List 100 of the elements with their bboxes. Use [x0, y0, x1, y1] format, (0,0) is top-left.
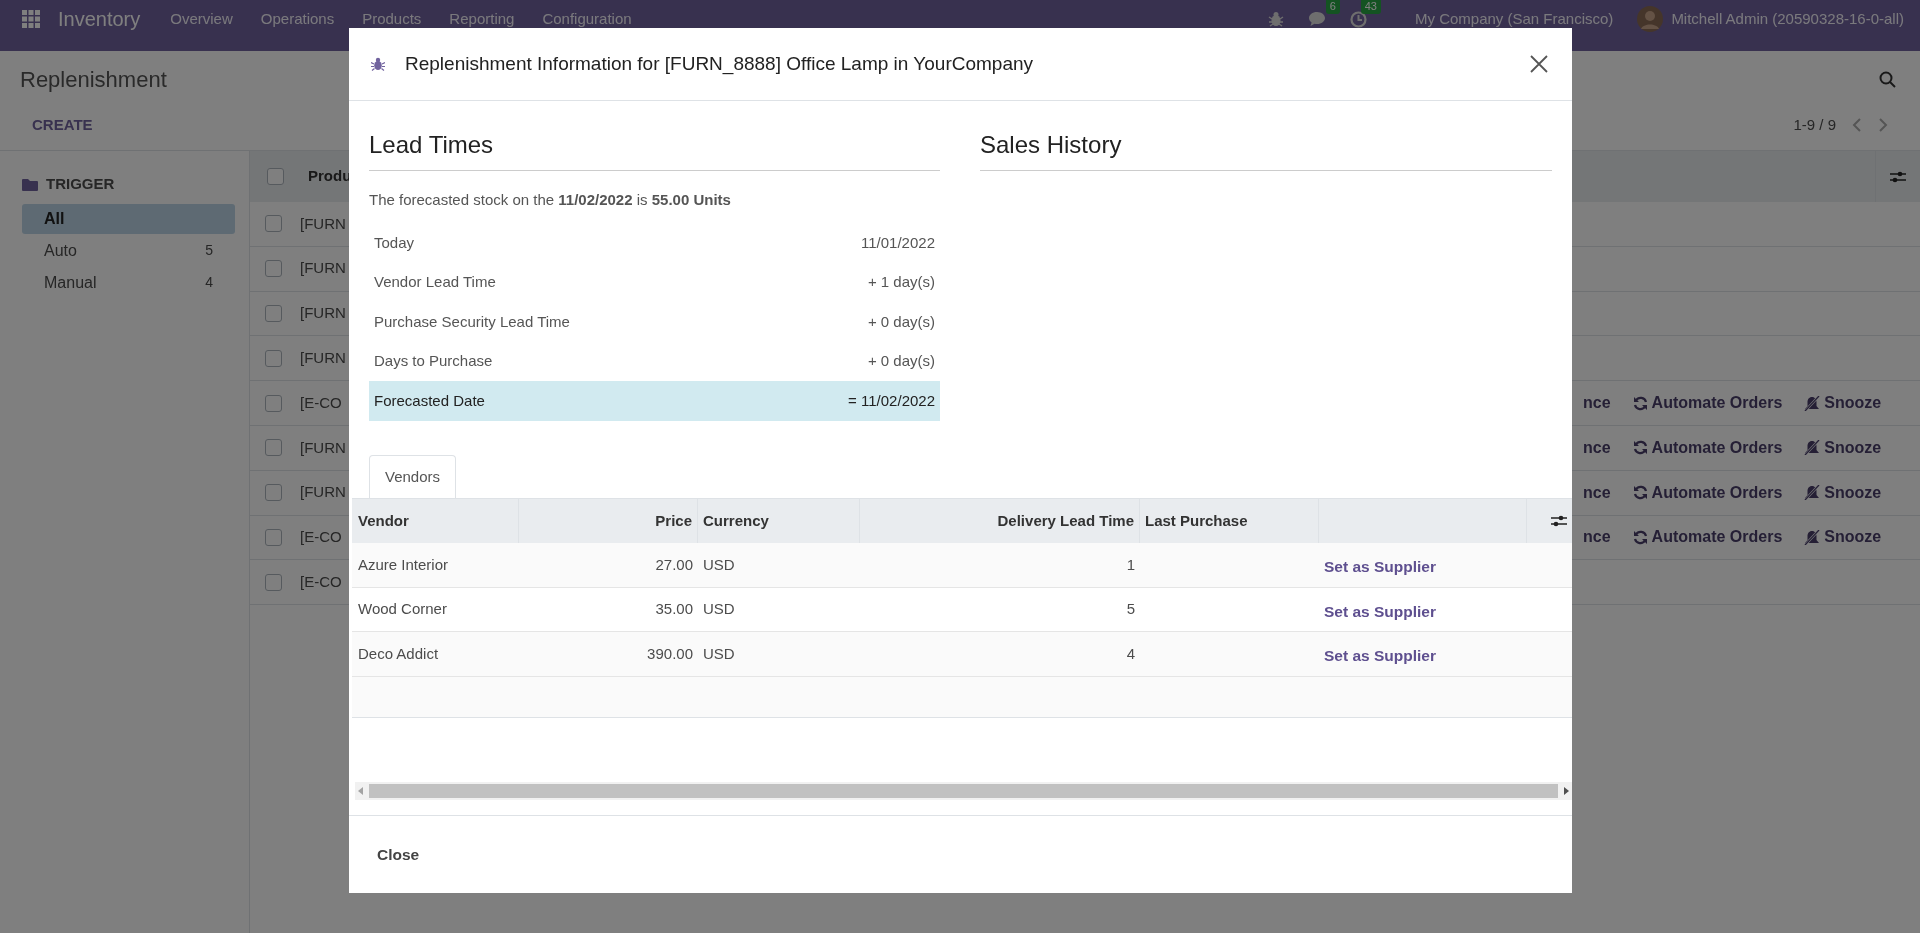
create-button[interactable]: CREATE [16, 109, 109, 141]
automate-button[interactable]: Automate Orders [1632, 525, 1783, 550]
bug-icon[interactable] [1267, 10, 1284, 27]
field-label: Today [374, 232, 415, 253]
row-checkbox[interactable] [264, 573, 282, 591]
bell-slash-icon [1804, 529, 1821, 545]
field-label: Purchase Security Lead Time [374, 311, 570, 332]
chat-icon[interactable] [1307, 11, 1326, 28]
bug-icon [371, 57, 385, 71]
column-settings-icon[interactable] [1551, 514, 1567, 529]
product-cell: [FURN [300, 438, 346, 456]
menu-item[interactable]: Operations [246, 10, 349, 27]
page-title: Replenishment [19, 65, 167, 94]
set-supplier-link[interactable]: Set as Supplier [1324, 644, 1436, 668]
filter-item[interactable]: Auto 5 [22, 235, 235, 266]
previous-icon[interactable] [1852, 118, 1862, 132]
column-header[interactable]: Last Purchase [1145, 510, 1248, 533]
close-icon[interactable] [1530, 55, 1548, 73]
menu-item[interactable]: Overview [156, 10, 247, 27]
field-label: Forecasted Date [374, 390, 485, 411]
row-checkbox[interactable] [264, 349, 282, 367]
refresh-icon [1632, 529, 1648, 545]
close-button[interactable]: Close [371, 838, 426, 871]
filter-item[interactable]: All [22, 203, 235, 234]
clock-icon[interactable] [1349, 10, 1367, 28]
menu-item[interactable]: Reporting [435, 10, 529, 27]
automate-button[interactable]: Automate Orders [1632, 435, 1783, 460]
order-button[interactable]: nce [1583, 391, 1611, 416]
sidebar-heading: TRIGGER [46, 174, 115, 194]
snooze-button[interactable]: Snooze [1804, 480, 1882, 505]
forecast-summary: The forecasted stock on the 11/02/2022 is 55.00 Units [369, 189, 731, 210]
table-cell: USD [703, 600, 735, 618]
row-checkbox[interactable] [264, 305, 282, 322]
bell-slash-icon [1804, 395, 1821, 411]
set-supplier-link[interactable]: Set as Supplier [1324, 599, 1436, 624]
user-menu[interactable]: Mitchell Admin (20590328-16-0-all) [1671, 10, 1904, 27]
table-cell: 35.00 [655, 600, 693, 618]
product-cell: [FURN [300, 214, 346, 232]
field-label: Vendor Lead Time [374, 272, 496, 293]
automate-button[interactable]: Automate Orders [1632, 391, 1783, 416]
dialog-title: Replenishment Information for [FURN_8888] Office Lamp in YourCompany [405, 51, 1034, 77]
select-all-checkbox[interactable] [266, 168, 284, 185]
product-cell: [E-CO [300, 393, 342, 411]
row-checkbox[interactable] [264, 215, 282, 233]
column-header[interactable]: Delivery Lead Time [997, 510, 1134, 533]
column-header[interactable]: Vendor [358, 510, 409, 533]
row-checkbox[interactable] [264, 439, 282, 457]
field-value: + 0 day(s) [867, 311, 935, 332]
product-cell: [E-CO [300, 573, 342, 590]
row-checkbox[interactable] [264, 484, 282, 502]
automate-button[interactable]: Automate Orders [1632, 480, 1783, 505]
table-cell: Wood Corner [358, 600, 447, 618]
product-cell: [E-CO [300, 528, 342, 546]
menu-item[interactable]: Configuration [528, 10, 646, 27]
field-label: Days to Purchase [374, 351, 493, 372]
activity-count: 43 [1360, 0, 1381, 15]
field-value: + 0 day(s) [867, 351, 935, 372]
refresh-icon [1632, 485, 1648, 501]
menu-item[interactable]: Products [348, 10, 436, 27]
section-heading: Sales History [980, 131, 1552, 171]
product-cell: [FURN [300, 259, 346, 277]
order-button[interactable]: nce [1583, 525, 1611, 550]
column-header[interactable]: Price [655, 510, 692, 533]
company-switcher[interactable]: My Company (San Francisco) [1414, 10, 1614, 27]
folder-icon [22, 177, 38, 191]
order-button[interactable]: nce [1583, 480, 1611, 505]
row-checkbox[interactable] [264, 528, 282, 546]
app-name[interactable]: Inventory [58, 3, 141, 34]
field-value: = 11/02/2022 [848, 390, 935, 411]
tab[interactable]: Vendors [369, 454, 457, 500]
apps-menu-icon[interactable] [22, 9, 40, 28]
bell-slash-icon [1804, 485, 1821, 501]
column-header[interactable]: Currency [703, 510, 769, 533]
product-cell: [FURN [300, 483, 346, 501]
row-checkbox[interactable] [264, 394, 282, 412]
table-cell: Deco Addict [358, 644, 439, 662]
table-cell: 4 [1126, 644, 1135, 662]
refresh-icon [1632, 440, 1648, 456]
user-avatar[interactable] [1637, 5, 1664, 32]
column-header[interactable]: Produ [300, 165, 352, 188]
snooze-button[interactable]: Snooze [1804, 525, 1882, 550]
refresh-icon [1632, 395, 1648, 411]
search-icon[interactable] [1879, 71, 1896, 89]
filter-item[interactable]: Manual 4 [22, 267, 235, 298]
table-cell: 390.00 [647, 644, 693, 662]
set-supplier-link[interactable]: Set as Supplier [1324, 555, 1436, 579]
snooze-button[interactable]: Snooze [1804, 435, 1882, 460]
table-cell: 5 [1126, 600, 1135, 618]
product-cell: [FURN [300, 304, 346, 322]
scrollbar-thumb[interactable] [369, 783, 1558, 798]
table-cell: Azure Interior [358, 555, 449, 573]
horizontal-scrollbar[interactable] [355, 781, 1572, 800]
field-value: + 1 day(s) [867, 272, 935, 293]
order-button[interactable]: nce [1583, 435, 1611, 460]
next-icon[interactable] [1878, 118, 1888, 132]
table-cell: USD [703, 644, 735, 662]
bell-slash-icon [1804, 440, 1821, 456]
snooze-button[interactable]: Snooze [1804, 391, 1882, 416]
section-heading: Lead Times [369, 131, 940, 171]
row-checkbox[interactable] [264, 260, 282, 278]
